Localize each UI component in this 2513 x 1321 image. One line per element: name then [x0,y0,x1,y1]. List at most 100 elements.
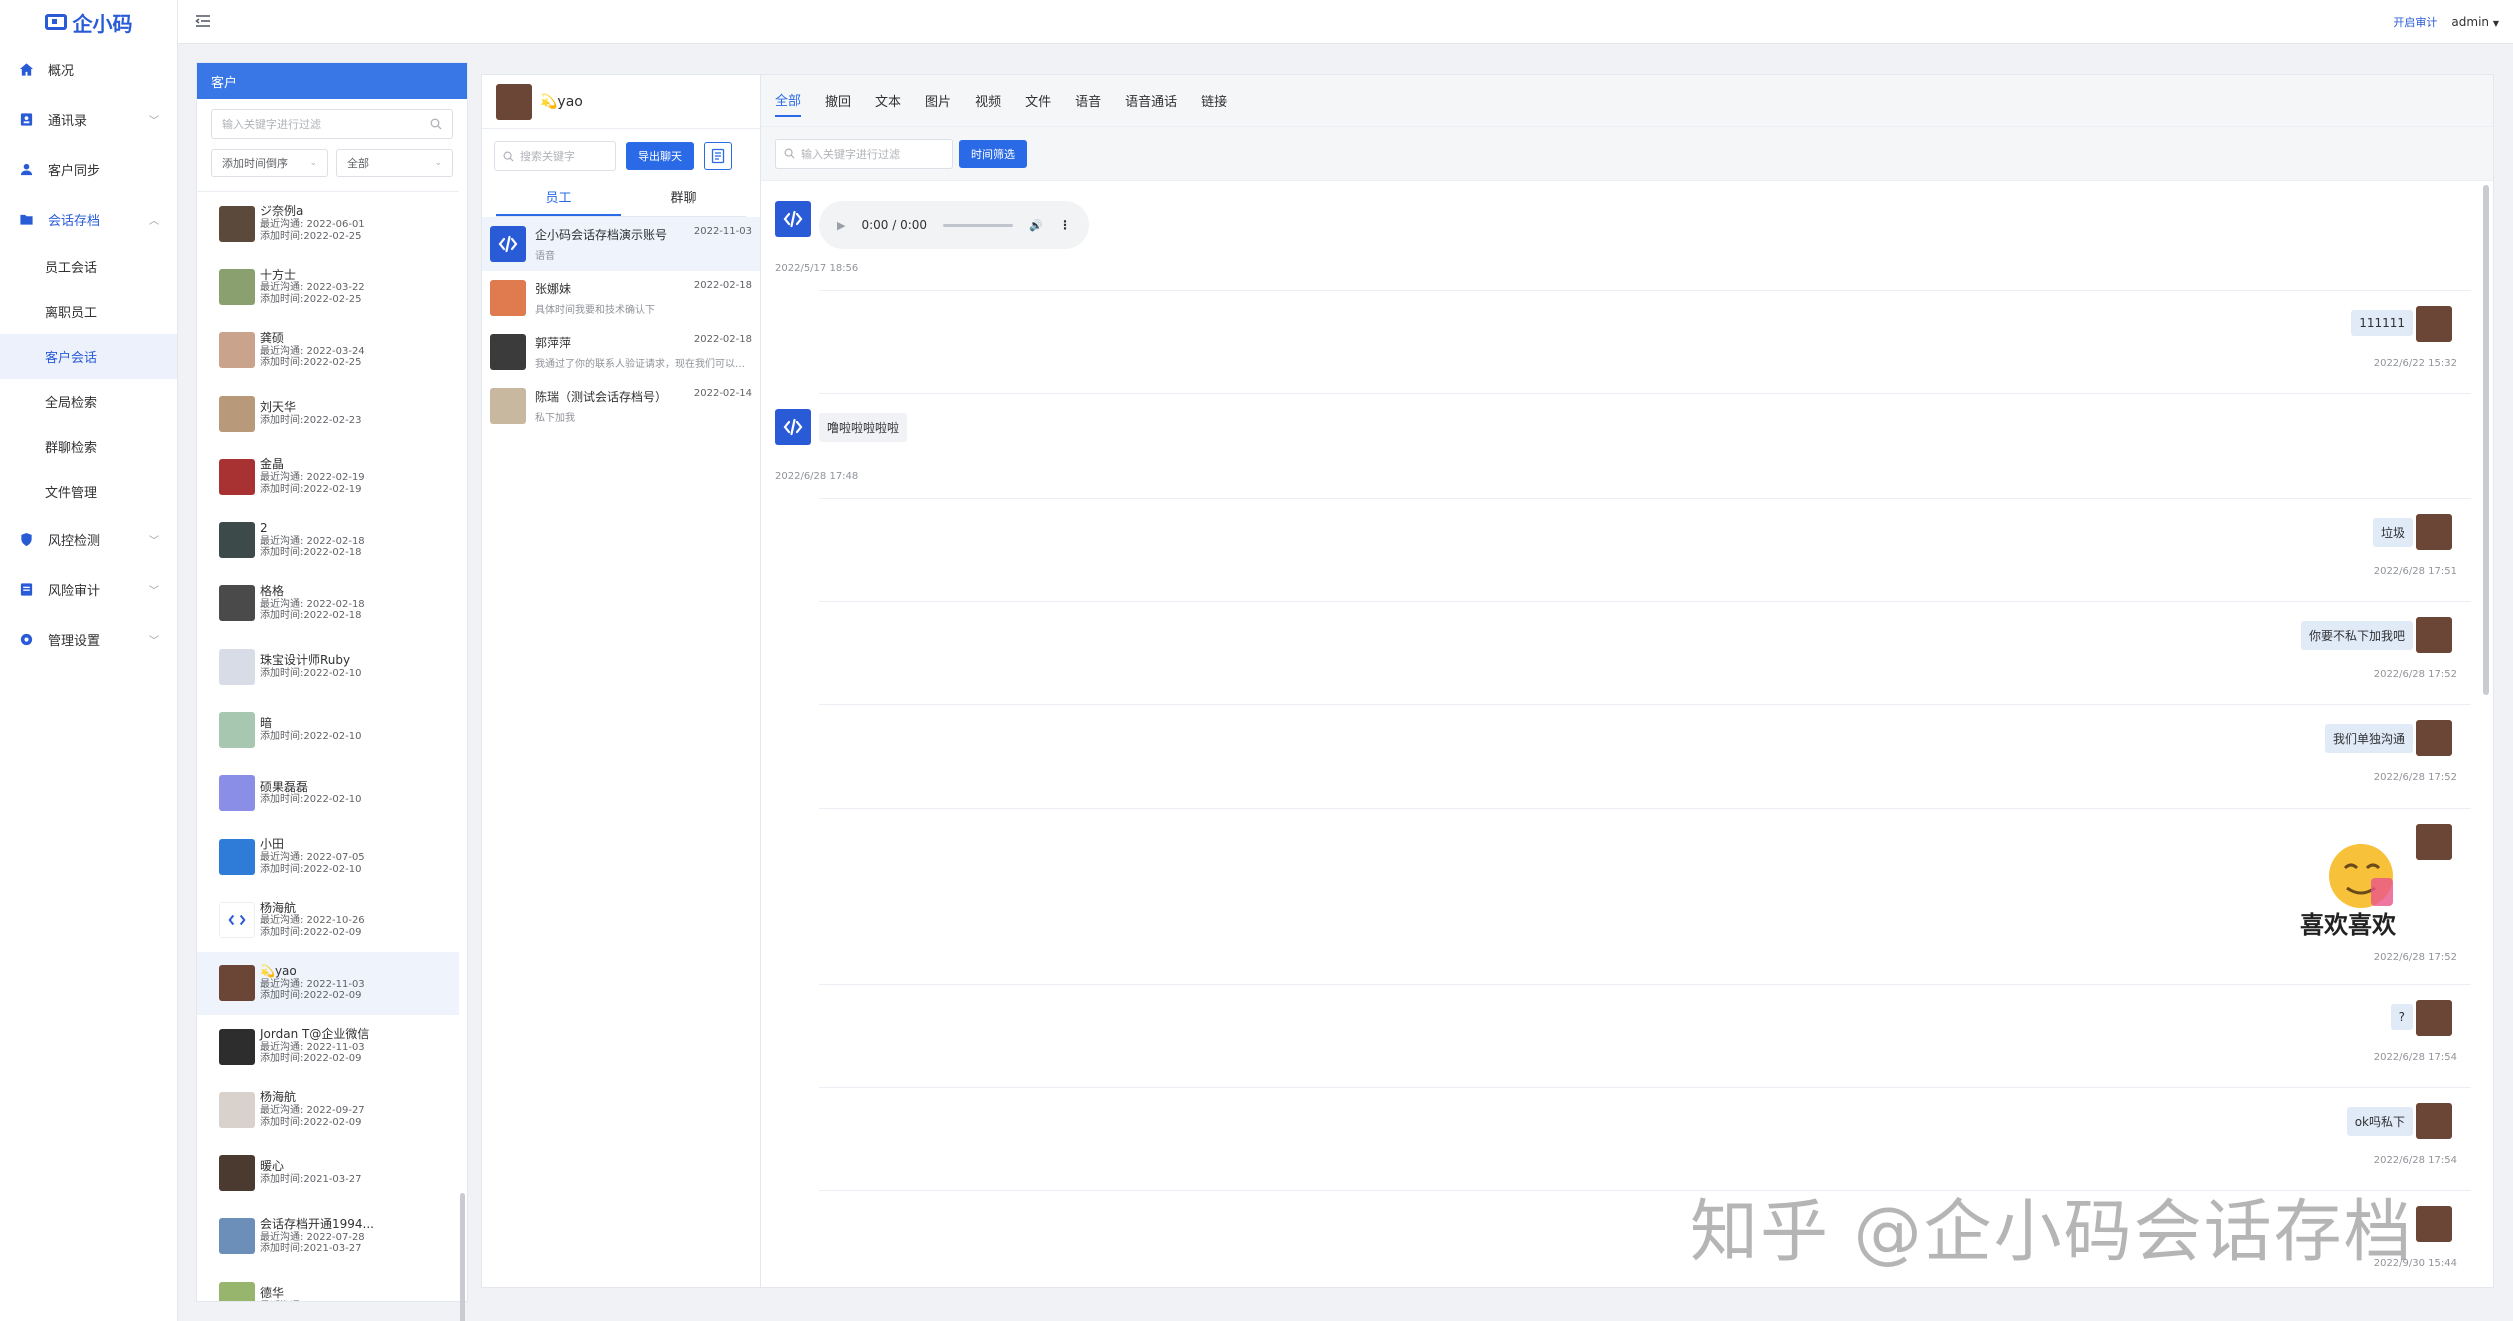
nav-item[interactable]: 风险审计 ﹀ [0,564,177,614]
customer-list-item[interactable]: 硕果磊磊 添加时间:2022-02-10 [197,762,459,825]
message-search-input[interactable]: 输入关键字进行过滤 [775,138,953,169]
message-tab[interactable]: 语音通话 [1125,85,1177,116]
tab-group-chat[interactable]: 群聊 [621,183,746,216]
customer-recent-contact: 最近沟通: 2022-02-18 [260,535,365,547]
customer-name: 龚硕 [260,330,285,345]
message-bubble: 垃圾 [2372,518,2413,547]
sort-select[interactable]: 添加时间倒序 ⌄ [211,149,328,177]
customer-added-time: 添加时间:2022-02-19 [260,483,362,495]
audio-progress-track[interactable] [943,223,1014,227]
audio-player[interactable]: ▶ 0:00 / 0:00 🔊 ⋮ [819,201,1089,249]
message-tab[interactable]: 文件 [1025,85,1051,116]
chevron-down-icon: ⌄ [434,158,442,168]
customer-list-item[interactable]: Jordan T@企业微信 最近沟通: 2022-11-03 添加时间:2022-0… [197,1015,459,1078]
message-time: 2022/5/17 18:56 [775,263,859,274]
customer-info: 会话存档开通1994... 最近沟通: 2022-07-28 添加时间:2021-0… [260,1217,374,1255]
conversation-item[interactable]: 陈瑞（测试会话存档号） 2022-02-14 私下加我 [482,379,760,433]
message-tab[interactable]: 图片 [925,85,951,116]
customer-added-time: 添加时间:2022-02-25 [260,293,362,305]
message-tab[interactable]: 视频 [975,85,1001,116]
nav-sub-item[interactable]: 客户会话 [0,334,177,379]
customer-list-item[interactable]: 十方士 最近沟通: 2022-03-22 添加时间:2022-02-25 [197,255,459,318]
conversation-search-input[interactable]: 搜索关键字 [494,141,616,171]
menu-fold-icon[interactable] [194,12,212,30]
customer-list-item[interactable]: 杨海航 最近沟通: 2022-09-27 添加时间:2022-02-09 [197,1078,459,1141]
nav-item[interactable]: 风控检测 ﹀ [0,514,177,564]
nav-sub-item[interactable]: 文件管理 [0,469,177,514]
customer-list-item[interactable]: ジ奈例a 最近沟通: 2022-06-01 添加时间:2022-02-25 [197,192,459,255]
conversation-item[interactable]: 张娜妹 2022-02-18 具体时间我要和技术确认下 [482,271,760,325]
conversation-date: 2022-11-03 [693,226,752,237]
time-filter-button[interactable]: 时间筛选 [959,139,1027,168]
customer-list-scrollbar[interactable] [460,1193,465,1321]
message-divider [819,1087,2471,1088]
play-icon[interactable]: ▶ [837,219,845,232]
enable-audit-link[interactable]: 开启审计 [2393,14,2437,30]
message-time: 2022/6/28 17:48 [775,471,859,482]
message-list-scrollbar[interactable] [2483,185,2489,695]
volume-icon[interactable]: 🔊 [1029,219,1043,232]
customer-list-item[interactable]: 小田 最近沟通: 2022-07-05 添加时间:2022-02-10 [197,825,459,888]
customer-list-item[interactable]: 珠宝设计师Ruby 添加时间:2022-02-10 [197,635,459,698]
watermark: 知乎 @企小码会话存档 [1690,1193,2414,1272]
nav-sub-item[interactable]: 离职员工 [0,289,177,334]
search-icon [503,151,514,162]
customer-list-item[interactable]: 刘天华 添加时间:2022-02-23 [197,382,459,445]
nav-item[interactable]: 客户同步 [0,144,177,194]
message-divider [819,808,2471,809]
more-vertical-icon[interactable]: ⋮ [1059,218,1071,232]
customer-avatar [219,395,255,432]
customer-list-item[interactable]: 金晶 最近沟通: 2022-02-19 添加时间:2022-02-19 [197,445,459,508]
customer-list-item[interactable]: 杨海航 最近沟通: 2022-10-26 添加时间:2022-02-09 [197,888,459,951]
search-icon [784,148,795,159]
staff-avatar [490,388,526,424]
customer-list-item[interactable]: 💫yao 最近沟通: 2022-11-03 添加时间:2022-02-09 [197,951,459,1015]
app-logo[interactable]: 企小码 [0,0,177,44]
customer-avatar [219,332,255,369]
conversation-body: 企小码会话存档演示账号 2022-11-03 语音 [535,226,752,262]
nav-sub-item[interactable]: 员工会话 [0,244,177,289]
tab-staff[interactable]: 员工 [496,183,621,216]
nav-item-label: 管理设置 [48,633,101,649]
message-bubble: 我们单独沟通 [2324,724,2413,753]
customer-search-input[interactable]: 输入关键字进行过滤 [211,109,453,139]
customer-recent-contact: 最近沟通: 2022-11-03 [260,978,365,990]
customer-panel: 客户 输入关键字进行过滤 添加时间倒序 ⌄ 全部 ⌄ ジ奈例a 最近沟通: 2022-… [196,62,468,1321]
message-divider [819,290,2471,291]
customer-list-item[interactable]: 会话存档开通1994... 最近沟通: 2022-07-28 添加时间:2021-0… [197,1205,459,1268]
nav-sub-item[interactable]: 全局检索 [0,379,177,424]
customer-added-time: 添加时间:2022-02-10 [260,794,362,806]
message-divider [819,601,2471,602]
staff-avatar [775,409,811,445]
customer-added-time: 添加时间:2022-02-09 [260,1053,362,1065]
document-button[interactable] [704,142,732,170]
export-chat-button[interactable]: 导出聊天 [626,142,694,170]
customer-list-item[interactable]: 暗添加时间:2022-02-10 [197,698,459,761]
conversation-item[interactable]: 企小码会话存档演示账号 2022-11-03 语音 [482,217,760,271]
customer-list-item[interactable]: 2 最近沟通: 2022-02-18 添加时间:2022-02-18 [197,508,459,571]
conversation-date: 2022-02-14 [693,388,752,399]
nav-sub-item[interactable]: 群聊检索 [0,424,177,469]
nav-item[interactable]: 会话存档 ︿ [0,194,177,244]
filter-select[interactable]: 全部 ⌄ [336,149,453,177]
customer-list-item[interactable]: 暖心 添加时间:2021-03-27 [197,1141,459,1204]
customer-name: 2 [260,520,268,535]
message-time: 2022/6/28 17:52 [2373,952,2457,963]
message-tab[interactable]: 全部 [775,84,802,117]
message-tab[interactable]: 文本 [875,85,901,116]
chevron-down-icon: ﹀ [149,115,159,127]
message-tab[interactable]: 撤回 [825,85,851,116]
customer-list-item[interactable]: 格格 最近沟通: 2022-02-18 添加时间:2022-02-18 [197,572,459,635]
nav-item[interactable]: 通讯录 ﹀ [0,94,177,144]
conversation-body: 郭萍萍 2022-02-18 我通过了你的联系人验证请求，现在我们可以开始聊天了 [535,334,752,370]
nav-item[interactable]: 管理设置 ﹀ [0,614,177,664]
user-menu[interactable]: admin ▼ [2451,15,2499,29]
message-divider [819,498,2471,499]
customer-list-item[interactable]: 龚硕 最近沟通: 2022-03-24 添加时间:2022-02-25 [197,319,459,382]
conversation-item[interactable]: 郭萍萍 2022-02-18 我通过了你的联系人验证请求，现在我们可以开始聊天了 [482,325,760,379]
customer-list-item[interactable]: 德华最近沟通: 2022-04-18 [197,1268,459,1301]
message-tab[interactable]: 链接 [1201,85,1227,116]
message-tab[interactable]: 语音 [1075,85,1101,116]
nav-item[interactable]: 概况 [0,44,177,94]
message-time: 2022/6/28 17:54 [2373,1052,2457,1063]
